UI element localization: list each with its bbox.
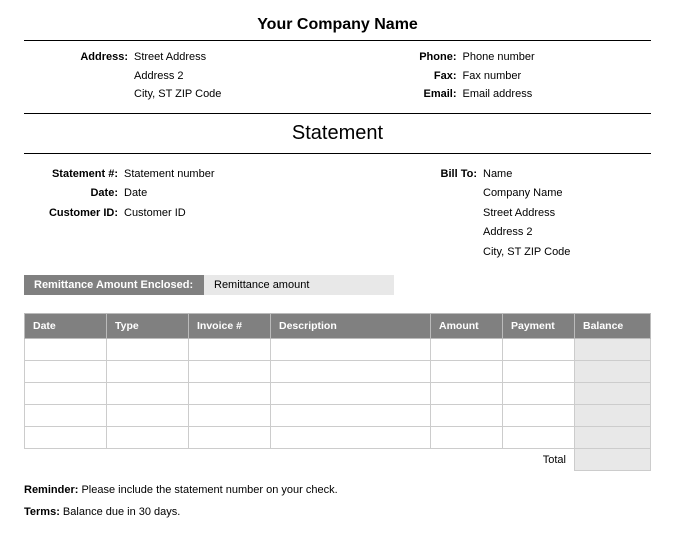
table-header-row: Date Type Invoice # Description Amount P… [25, 314, 651, 339]
blank-label [54, 68, 134, 85]
date-value: Date [124, 185, 431, 203]
blank-label [431, 185, 483, 203]
blank-label [431, 224, 483, 242]
statement-num-label: Statement #: [34, 166, 124, 184]
table-row [25, 405, 651, 427]
th-payment: Payment [503, 314, 575, 339]
table-row [25, 339, 651, 361]
email-label: Email: [383, 86, 463, 103]
company-name: Your Company Name [24, 16, 651, 40]
total-value [575, 449, 651, 471]
statement-num-value: Statement number [124, 166, 431, 184]
divider-below-title [24, 153, 651, 154]
reminder-text: Please include the statement number on y… [78, 484, 337, 496]
address-label: Address: [54, 49, 134, 66]
email-value: Email address [463, 86, 652, 103]
th-amount: Amount [431, 314, 503, 339]
table-row [25, 361, 651, 383]
blank-label [54, 86, 134, 103]
reminder-label: Reminder: [24, 484, 78, 496]
remittance-row: Remittance Amount Enclosed: Remittance a… [24, 275, 651, 295]
th-description: Description [271, 314, 431, 339]
fax-value: Fax number [463, 68, 652, 85]
bill-to-address2: Address 2 [483, 224, 651, 242]
total-row: Total [25, 449, 651, 471]
document-title: Statement [24, 114, 651, 153]
statement-table: Date Type Invoice # Description Amount P… [24, 313, 651, 471]
bill-to-block: Bill To: Name Company Name Street Addres… [431, 166, 651, 264]
remittance-label: Remittance Amount Enclosed: [24, 275, 204, 295]
table-row [25, 427, 651, 449]
reminder-line: Reminder: Please include the statement n… [24, 483, 651, 498]
phone-label: Phone: [383, 49, 463, 66]
address-line1: Street Address [134, 49, 323, 66]
th-type: Type [107, 314, 189, 339]
meta-section: Statement #: Statement number Date: Date… [24, 166, 651, 264]
company-contact-block: Phone: Phone number Fax: Fax number Emai… [323, 49, 652, 105]
bill-to-label: Bill To: [431, 166, 483, 184]
fax-label: Fax: [383, 68, 463, 85]
footer: Reminder: Please include the statement n… [24, 483, 651, 520]
statement-meta-block: Statement #: Statement number Date: Date… [24, 166, 431, 264]
bill-to-company: Company Name [483, 185, 651, 203]
blank-label [431, 244, 483, 262]
blank-label [431, 205, 483, 223]
company-address-block: Address: Street Address Address 2 City, … [24, 49, 323, 105]
th-invoice: Invoice # [189, 314, 271, 339]
customer-id-value: Customer ID [124, 205, 431, 223]
terms-label: Terms: [24, 506, 60, 518]
bill-to-name: Name [483, 166, 651, 184]
company-info-row: Address: Street Address Address 2 City, … [24, 41, 651, 113]
remittance-value: Remittance amount [204, 275, 394, 295]
th-date: Date [25, 314, 107, 339]
date-label: Date: [34, 185, 124, 203]
th-balance: Balance [575, 314, 651, 339]
terms-text: Balance due in 30 days. [60, 506, 180, 518]
table-row [25, 383, 651, 405]
terms-line: Terms: Balance due in 30 days. [24, 505, 651, 520]
customer-id-label: Customer ID: [34, 205, 124, 223]
bill-to-address1: Street Address [483, 205, 651, 223]
bill-to-address3: City, ST ZIP Code [483, 244, 651, 262]
address-line2: Address 2 [134, 68, 323, 85]
phone-value: Phone number [463, 49, 652, 66]
address-line3: City, ST ZIP Code [134, 86, 323, 103]
total-label: Total [25, 449, 575, 471]
